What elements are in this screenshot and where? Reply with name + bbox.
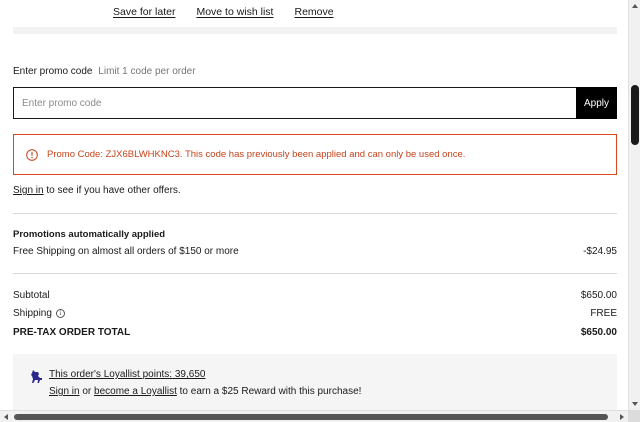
loyallist-signup: Sign in or become a Loyallist to earn a … [49,386,361,397]
subtotal-label: Subtotal [13,290,50,301]
item-actions: Save for later Move to wish list Remove [113,6,334,18]
scroll-left-icon[interactable] [4,414,8,420]
subtotal-row: Subtotal $650.00 [13,290,617,301]
horizontal-scrollbar[interactable] [0,410,628,422]
order-total-row: PRE-TAX ORDER TOTAL $650.00 [13,327,617,338]
divider [13,213,617,214]
promotions-title: Promotions automatically applied [13,229,166,240]
sign-in-link[interactable]: Sign in [13,185,44,196]
horizontal-scroll-thumb[interactable] [14,414,608,420]
divider [13,273,617,274]
promo-error-message: Promo Code: ZJX6BLWHKNC3. This code has … [13,134,617,175]
signin-prompt-text: to see if you have other offers. [43,185,181,196]
become-loyallist-link[interactable]: become a Loyallist [94,386,177,397]
loyallist-reward-text: to earn a $25 Reward with this purchase! [176,386,362,397]
move-to-wish-list-link[interactable]: Move to wish list [196,6,273,18]
promo-label: Enter promo code Limit 1 code per order [13,66,196,77]
subtotal-value: $650.00 [580,290,617,301]
promo-limit-note: Limit 1 code per order [98,66,196,77]
section-separator [13,27,617,34]
promotion-amount: -$24.95 [583,246,617,257]
shipping-label: Shipping [13,308,52,319]
alert-circle-icon [26,148,38,161]
remove-link[interactable]: Remove [294,6,333,18]
vertical-scroll-thumb[interactable] [631,85,639,145]
promo-form: Apply [13,87,617,119]
promo-error-text: Promo Code: ZJX6BLWHKNC3. This code has … [47,149,466,160]
promotion-row: Free Shipping on almost all orders of $1… [13,246,617,257]
loyallist-or-text: or [79,386,95,397]
vertical-scrollbar[interactable] [628,0,640,410]
loyallist-panel: This order's Loyallist points: 39,650 Si… [13,354,617,410]
scroll-up-icon[interactable] [632,4,638,8]
loyallist-points-link[interactable]: This order's Loyallist points: 39,650 [49,369,205,380]
signin-prompt: Sign in to see if you have other offers. [13,185,181,196]
promo-code-input[interactable] [13,87,576,119]
scrollbar-corner [628,410,640,422]
order-total-label: PRE-TAX ORDER TOTAL [13,327,131,338]
loyallist-sign-in-link[interactable]: Sign in [49,386,80,397]
loyallist-dog-icon [31,370,42,383]
shipping-row: Shipping i FREE [13,308,617,319]
promo-label-text: Enter promo code [13,66,93,77]
cart-summary-panel: Save for later Move to wish list Remove … [0,0,628,410]
promotion-label: Free Shipping on almost all orders of $1… [13,246,239,257]
apply-button[interactable]: Apply [576,87,617,119]
scroll-right-icon[interactable] [620,414,624,420]
save-for-later-link[interactable]: Save for later [113,6,175,18]
info-icon[interactable]: i [55,308,65,318]
loyallist-points: This order's Loyallist points: 39,650 [49,369,205,380]
order-total-value: $650.00 [580,327,617,338]
shipping-value: FREE [590,308,617,319]
scroll-down-icon[interactable] [632,402,638,406]
